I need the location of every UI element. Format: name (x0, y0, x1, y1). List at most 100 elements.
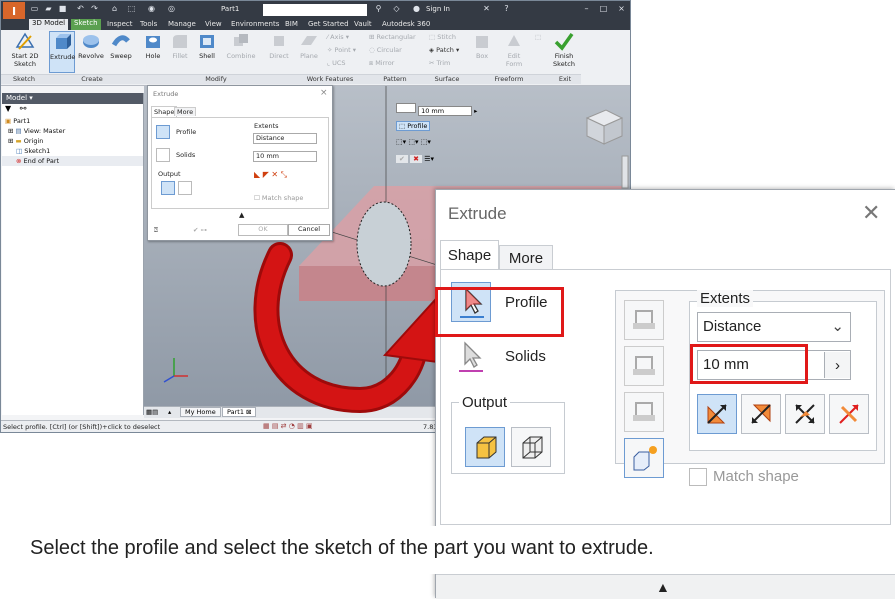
redo-icon[interactable]: ↷ (89, 4, 100, 15)
zoom-to-button[interactable] (624, 346, 664, 386)
hole-button[interactable]: Hole (141, 31, 165, 60)
zoom-solid-output-button[interactable] (465, 427, 505, 467)
zoom-direction-asymmetric-button[interactable] (829, 394, 869, 434)
find-icon[interactable]: ⚯ (20, 104, 27, 113)
minimize-icon[interactable]: – (581, 4, 592, 15)
tab-menu-icon[interactable]: ▴ (168, 408, 171, 416)
ribbon-group-create[interactable]: Create (47, 74, 137, 84)
rectangular-pattern-button[interactable]: ⊞ Rectangular (369, 33, 416, 41)
zoom-surface-output-button[interactable] (511, 427, 551, 467)
ucs-button[interactable]: ⌞ UCS (327, 59, 346, 67)
extent-type-dropdown[interactable] (396, 103, 416, 113)
small-solid-output-button[interactable] (161, 181, 175, 195)
mini-arrow-icon[interactable]: ▸ (474, 107, 477, 115)
start-sketch-button[interactable]: Start 2D Sketch (7, 31, 43, 68)
small-expand-icon[interactable]: ▲ (239, 211, 244, 219)
tab-manage[interactable]: Manage (168, 20, 196, 28)
tab-3d-model[interactable]: 3D Model (29, 19, 69, 30)
zoom-between-button[interactable] (624, 392, 664, 432)
sign-in-link[interactable]: Sign In (426, 5, 450, 13)
navigation-bar[interactable] (621, 155, 629, 189)
tree-item-view[interactable]: ⊞ ▤ View: Master (2, 126, 143, 136)
convert-icon[interactable]: ⬚ (535, 33, 541, 41)
filter-icon[interactable]: ▼ (5, 104, 11, 113)
tree-item-end-of-part[interactable]: ⊗ End of Part (2, 156, 143, 166)
stitch-button[interactable]: ⬚ Stitch (429, 33, 456, 41)
sweep-button[interactable]: Sweep (107, 31, 135, 60)
box-button[interactable]: Box (471, 31, 493, 60)
tab-autodesk-360[interactable]: Autodesk 360 (382, 20, 430, 28)
ribbon-group-surface[interactable]: Surface (425, 74, 469, 84)
small-extent-type-dropdown[interactable]: Distance (253, 133, 317, 144)
point-button[interactable]: ✧ Point ▾ (327, 46, 356, 54)
fillet-button[interactable]: Fillet (168, 31, 192, 60)
tab-vault[interactable]: Vault (354, 20, 372, 28)
appearance-icon[interactable]: ◎ (166, 4, 177, 15)
new-file-icon[interactable]: ▭ (29, 4, 40, 15)
tree-item-sketch1[interactable]: ◫ Sketch1 (2, 146, 143, 156)
tab-my-home[interactable]: My Home (180, 407, 221, 417)
exchange-icon[interactable]: ✕ (481, 4, 492, 15)
revolve-button[interactable]: Revolve (77, 31, 105, 60)
zoom-extent-type-dropdown[interactable]: Distance ⌄ (697, 312, 851, 342)
zoom-close-icon[interactable]: ✕ (862, 200, 880, 226)
direct-button[interactable]: Direct (267, 31, 291, 60)
mini-output-buttons[interactable]: ⬚▾ ⬚▾ ⬚▾ (396, 138, 431, 146)
ribbon-group-modify[interactable]: Modify (137, 74, 295, 84)
zoom-direction-default-button[interactable] (697, 394, 737, 434)
tab-environments[interactable]: Environments (231, 20, 279, 28)
user-icon[interactable]: ● (411, 4, 422, 15)
zoom-tab-shape[interactable]: Shape (440, 240, 499, 270)
small-surface-output-button[interactable] (178, 181, 192, 195)
mini-ok-icon[interactable]: ✔ (396, 155, 408, 163)
save-icon[interactable]: ■ (57, 4, 68, 15)
zoom-solids-button[interactable] (451, 337, 491, 377)
trim-button[interactable]: ✂ Trim (429, 59, 450, 67)
help-icon[interactable]: ? (501, 4, 512, 15)
tab-view[interactable]: View (205, 20, 222, 28)
edit-form-button[interactable]: Edit Form (501, 31, 527, 68)
finish-sketch-button[interactable]: Finish Sketch (549, 31, 579, 68)
zoom-from-button[interactable] (624, 300, 664, 340)
expand-triangle-icon[interactable]: ▲ (656, 579, 670, 595)
small-profile-button[interactable] (156, 125, 170, 139)
zoom-direction-symmetric-button[interactable] (785, 394, 825, 434)
chevron-right-icon[interactable]: › (824, 352, 850, 378)
small-distance-input[interactable]: 10 mm (253, 151, 317, 162)
extrude-button[interactable]: Extrude (49, 31, 75, 73)
small-close-icon[interactable]: × (320, 88, 328, 98)
small-preview-icons[interactable]: ✔ ⊶ (193, 226, 207, 234)
mini-distance-input[interactable]: 10 mm (418, 106, 473, 116)
tab-inspect[interactable]: Inspect (107, 20, 133, 28)
shell-button[interactable]: Shell (195, 31, 219, 60)
tree-item-origin[interactable]: ⊞ ▬ Origin (2, 136, 143, 146)
zoom-direction-flipped-button[interactable] (741, 394, 781, 434)
search-icon[interactable]: ⚲ (373, 4, 384, 15)
mini-profile-button[interactable]: ⬚ Profile (396, 121, 431, 131)
tab-sketch[interactable]: Sketch (71, 19, 101, 30)
help-search-input[interactable] (263, 4, 367, 16)
tree-item-part1[interactable]: ▣ Part1 (2, 116, 143, 126)
circular-pattern-button[interactable]: ◌ Circular (369, 46, 402, 54)
tile-icon[interactable]: ▦▤ (146, 408, 158, 416)
tab-get-started[interactable]: Get Started (308, 20, 349, 28)
small-tab-more[interactable]: More (174, 107, 197, 116)
axis-button[interactable]: ⁄ Axis ▾ (327, 33, 349, 41)
home-icon[interactable]: ⌂ (109, 4, 120, 15)
subscription-icon[interactable]: ◇ (391, 4, 402, 15)
viewcube-icon[interactable] (585, 109, 624, 145)
tab-tools[interactable]: Tools (140, 20, 157, 28)
mini-options-icon[interactable]: ☰▾ (424, 155, 434, 163)
zoom-tab-more[interactable]: More (499, 245, 553, 270)
small-help-icon[interactable]: ⍰ (154, 226, 158, 235)
combine-button[interactable]: Combine (223, 31, 259, 60)
mini-cancel-icon[interactable]: ✖ (410, 155, 422, 163)
zoom-match-shape-checkbox[interactable] (689, 468, 707, 486)
maximize-icon[interactable]: □ (598, 4, 609, 15)
close-window-icon[interactable]: × (616, 4, 627, 15)
open-icon[interactable]: ▰ (43, 4, 54, 15)
small-match-shape-checkbox[interactable]: ☐ Match shape (254, 194, 303, 202)
patch-button[interactable]: ◈ Patch ▾ (429, 46, 459, 54)
material-icon[interactable]: ◉ (146, 4, 157, 15)
small-solids-button[interactable] (156, 148, 170, 162)
